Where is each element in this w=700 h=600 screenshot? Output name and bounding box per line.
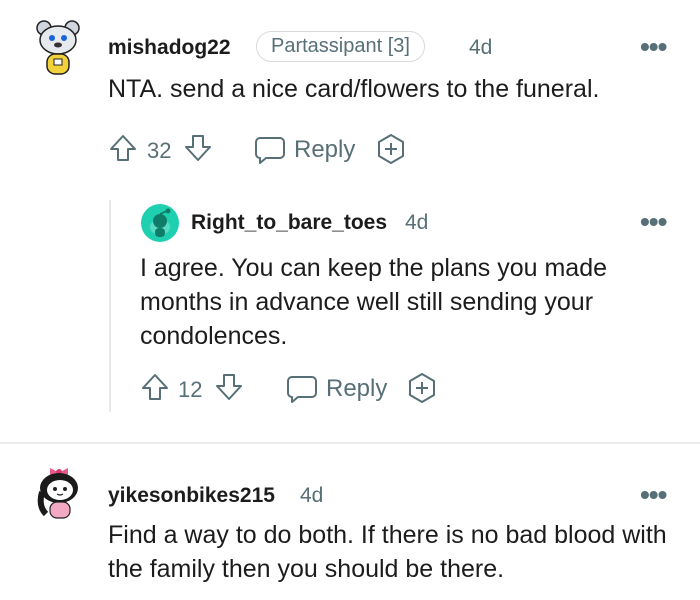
- comment-body: Find a way to do both. If there is no ba…: [108, 521, 667, 583]
- timestamp[interactable]: 4d: [300, 484, 323, 508]
- chat-bubble-icon: [254, 135, 286, 165]
- username[interactable]: yikesonbikes215: [108, 484, 275, 508]
- snoo-bow-avatar-icon[interactable]: [36, 462, 82, 522]
- reply-comment: Right_to_bare_toes 4d ••• I agree. You c…: [120, 195, 700, 420]
- more-options-icon[interactable]: •••: [640, 481, 667, 509]
- comment-body: NTA. send a nice card/flowers to the fun…: [108, 75, 600, 103]
- vote-count: 32: [147, 138, 172, 163]
- reply-label: Reply: [294, 136, 356, 163]
- snoo-dog-avatar-icon[interactable]: [34, 14, 82, 78]
- award-icon[interactable]: [406, 372, 438, 404]
- username[interactable]: mishadog22: [108, 36, 231, 60]
- user-flair: Partassipant [3]: [256, 31, 425, 62]
- downvote-icon[interactable]: [214, 372, 244, 402]
- upvote-icon[interactable]: [108, 133, 138, 163]
- reply-label: Reply: [326, 375, 388, 402]
- reply-button[interactable]: Reply: [286, 373, 396, 405]
- more-options-icon[interactable]: •••: [640, 33, 667, 61]
- thread-line[interactable]: [109, 200, 111, 412]
- award-icon[interactable]: [375, 133, 407, 165]
- username[interactable]: Right_to_bare_toes: [191, 211, 387, 235]
- downvote-icon[interactable]: [183, 133, 213, 163]
- comment: yikesonbikes215 4d ••• Find a way to do …: [0, 444, 700, 600]
- more-options-icon[interactable]: •••: [640, 208, 667, 236]
- comment: mishadog22 Partassipant [3] 4d ••• NTA. …: [0, 0, 700, 190]
- snoo-teal-avatar-icon[interactable]: [140, 203, 180, 243]
- comment-body: I agree. You can keep the plans you made…: [140, 254, 608, 350]
- vote-count: 12: [178, 377, 203, 402]
- chat-bubble-icon: [286, 374, 318, 404]
- timestamp[interactable]: 4d: [469, 36, 492, 60]
- reply-button[interactable]: Reply: [254, 134, 364, 166]
- upvote-icon[interactable]: [140, 372, 170, 402]
- timestamp[interactable]: 4d: [405, 211, 428, 235]
